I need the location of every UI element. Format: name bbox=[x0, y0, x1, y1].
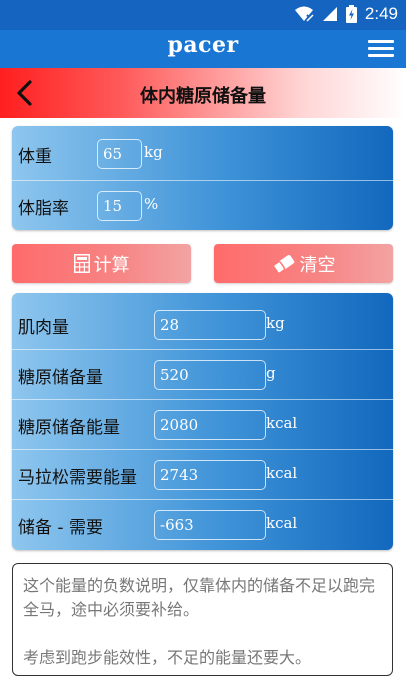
clear-button[interactable]: 清空 bbox=[214, 244, 393, 283]
app-bar: pacer bbox=[0, 30, 406, 68]
weight-unit: kg bbox=[144, 143, 163, 161]
glycogen-energy-value[interactable]: 2080 bbox=[154, 410, 266, 440]
result-row-muscle: 肌肉量 28 kg bbox=[12, 300, 393, 350]
explanation-note: 这个能量的负数说明，仅靠体内的储备不足以跑完全马，途中必须要补给。 考虑到跑步能… bbox=[12, 563, 393, 676]
input-row-body-fat: 体脂率 15 % bbox=[12, 181, 393, 231]
muscle-unit: kg bbox=[266, 314, 285, 332]
calculate-button[interactable]: 计算 bbox=[12, 244, 191, 283]
muscle-label: 肌肉量 bbox=[18, 318, 69, 338]
balance-value[interactable]: -663 bbox=[154, 510, 266, 540]
input-row-weight: 体重 65 kg bbox=[12, 129, 393, 179]
signal-icon bbox=[322, 7, 337, 21]
weight-input[interactable]: 65 bbox=[97, 139, 142, 169]
body-fat-label: 体脂率 bbox=[18, 199, 69, 219]
balance-label: 储备 - 需要 bbox=[18, 518, 103, 538]
muscle-value[interactable]: 28 bbox=[154, 310, 266, 340]
app-title: pacer bbox=[167, 32, 239, 58]
glycogen-energy-unit: kcal bbox=[266, 414, 298, 432]
glycogen-unit: g bbox=[266, 364, 276, 382]
balance-unit: kcal bbox=[266, 514, 298, 532]
input-panel: 体重 65 kg 体脂率 15 % bbox=[12, 126, 393, 230]
marathon-energy-unit: kcal bbox=[266, 464, 298, 482]
page-header: 体内糖原储备量 bbox=[0, 68, 406, 118]
status-time: 2:49 bbox=[364, 4, 398, 23]
battery-charging-icon bbox=[345, 5, 357, 23]
clear-label: 清空 bbox=[299, 254, 336, 276]
eraser-icon bbox=[272, 254, 294, 274]
note-line-2: 考虑到跑步能效性，不足的能量还要大。 bbox=[23, 648, 312, 667]
result-row-glycogen: 糖原储备量 520 g bbox=[12, 350, 393, 400]
status-bar: 2:49 bbox=[0, 0, 406, 30]
body-fat-unit: % bbox=[144, 195, 159, 213]
glycogen-label: 糖原储备量 bbox=[18, 368, 103, 388]
result-row-glycogen-energy: 糖原储备能量 2080 kcal bbox=[12, 400, 393, 450]
note-line-1: 这个能量的负数说明，仅靠体内的储备不足以跑完全马，途中必须要补给。 bbox=[23, 576, 376, 619]
result-row-marathon-energy: 马拉松需要能量 2743 kcal bbox=[12, 450, 393, 500]
menu-icon[interactable] bbox=[368, 40, 394, 58]
wifi-off-icon bbox=[294, 6, 314, 22]
status-icons: 2:49 bbox=[294, 4, 398, 24]
body-fat-input[interactable]: 15 bbox=[97, 191, 142, 221]
marathon-energy-label: 马拉松需要能量 bbox=[18, 468, 137, 488]
weight-label: 体重 bbox=[18, 147, 52, 167]
calculate-label: 计算 bbox=[93, 254, 130, 276]
result-row-balance: 储备 - 需要 -663 kcal bbox=[12, 500, 393, 550]
page-title: 体内糖原储备量 bbox=[140, 86, 266, 107]
marathon-energy-value[interactable]: 2743 bbox=[154, 460, 266, 490]
glycogen-energy-label: 糖原储备能量 bbox=[18, 418, 120, 438]
glycogen-value[interactable]: 520 bbox=[154, 360, 266, 390]
calculator-icon bbox=[73, 254, 90, 273]
results-panel: 肌肉量 28 kg 糖原储备量 520 g 糖原储备能量 2080 kcal 马… bbox=[12, 293, 393, 550]
